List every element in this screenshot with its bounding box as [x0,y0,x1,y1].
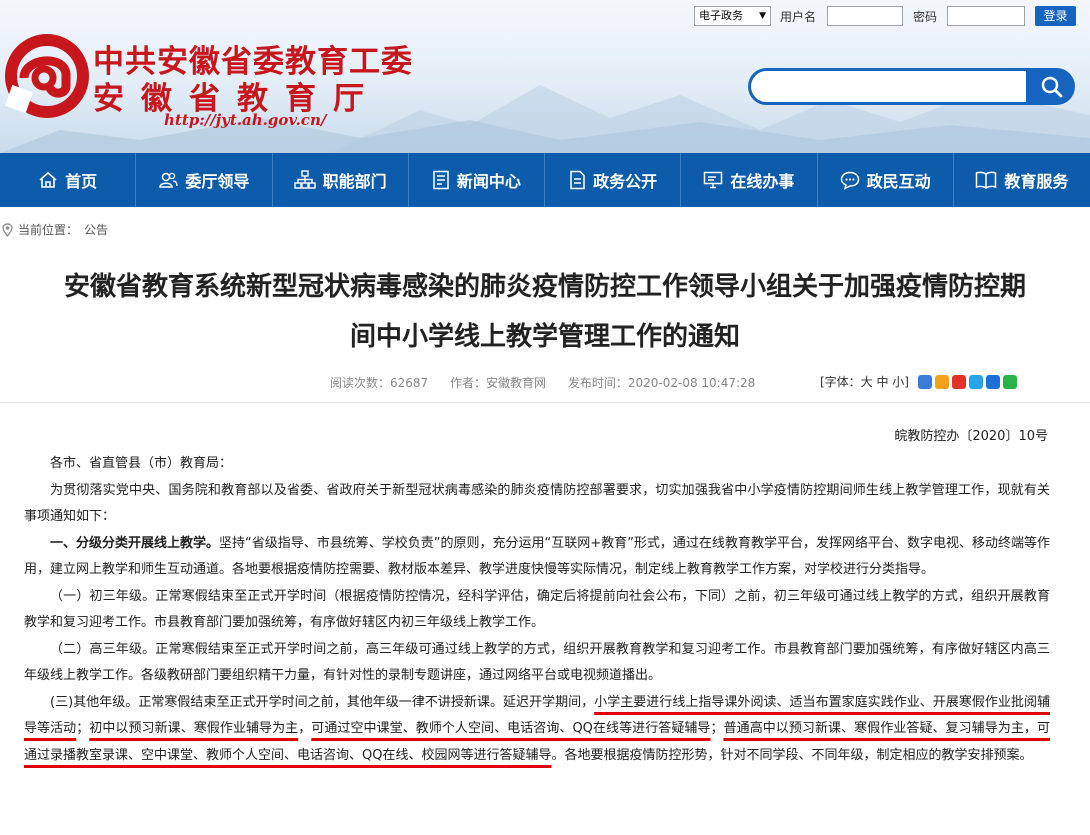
breadcrumb-current[interactable]: 公告 [84,221,108,238]
monitor-icon [704,171,723,189]
page-title: 安徽省教育系统新型冠状病毒感染的肺炎疫情防控工作领导小组关于加强疫情防控期 间中… [0,262,1090,362]
share-wechat-icon[interactable] [1003,374,1017,389]
page-title-line1: 安徽省教育系统新型冠状病毒感染的肺炎疫情防控工作领导小组关于加强疫情防控期 [63,272,1026,302]
publish-time: 发布时间：2020-02-08 10:47:28 [567,376,756,390]
paragraph-text: (三)其他年级。正常寒假结束至正式开学时间之前，其他年级一律不讲授新课。延迟开学… [50,694,595,710]
nav-item-news[interactable]: 新闻中心 [409,153,545,207]
password-field[interactable] [947,6,1025,26]
share-tencent-icon[interactable] [969,374,983,389]
author: 作者：安徽教育网 [450,376,547,390]
font-size-tool[interactable]: [字体：大 中 小] [820,373,909,390]
nav-item-gov-affairs[interactable]: 政务公开 [545,153,682,207]
dropdown-arrow-icon: ▼ [759,11,766,21]
share-renren-icon[interactable] [986,374,1000,389]
paragraph: 为贯彻落实党中央、国务院和教育部以及省委、省政府关于新型冠状病毒感染的肺炎疫情防… [24,482,1050,525]
nav-item-home[interactable]: 首页 [0,153,137,207]
highlight-junior: 初中以预习新课、寒假作业辅导为主 [89,721,299,736]
nav-item-interaction[interactable]: 政民互动 [818,153,954,207]
article-tools: [字体：大 中 小] [820,373,1017,390]
nav-item-label: 委厅领导 [185,172,250,191]
nav-item-label: 政务公开 [593,172,658,191]
paragraph: （一）初三年级。正常寒假结束至正式开学时间（根据疫情防控情况，经科学评估，确定后… [24,588,1050,631]
highlight-junior-support: 可通过空中课堂、教师个人空间、电话咨询、QQ在线等进行答疑辅导 [311,721,711,736]
salutation: 各市、省直管县（市）教育局： [50,456,233,471]
main-nav: 首页 委厅领导 职能部门 新闻中心 政务公开 在线办事 政民互动 教育服务 [0,153,1090,207]
site-url[interactable]: http://jyt.ah.gov.cn/ [164,111,326,129]
nav-item-label: 在线办事 [730,172,795,191]
paragraph: 一、分级分类开展线上教学。坚持“省级指导、市县统筹、学校负责”的原则，充分运用“… [24,531,1050,584]
breadcrumb-label: 当前位置： [18,223,79,237]
gov-service-select[interactable]: 电子政务 ▼ [694,6,771,26]
paragraph: （二）高三年级。正常寒假结束至正式开学时间之前，高三年级可通过线上教学的方式，组… [24,641,1050,684]
page-title-line2: 间中小学线上教学管理工作的通知 [349,322,740,352]
username-field[interactable] [827,6,903,26]
section-heading: 一、分级分类开展线上教学。 [50,535,220,551]
nav-item-label: 职能部门 [322,172,387,191]
paragraph-text: 。各地要根据疫情防控形势，针对不同学段、不同年级，制定相应的教学安排预案。 [551,747,1033,763]
book-icon [976,171,997,189]
home-icon [39,171,57,188]
nav-item-leaders[interactable]: 委厅领导 [136,153,273,207]
username-label: 用户名 [780,10,817,24]
punctuation: ； [76,721,90,736]
search-input[interactable] [751,71,1026,102]
nav-item-departments[interactable]: 职能部门 [273,153,409,207]
share-plus-icon[interactable] [918,374,932,389]
document-icon [570,170,585,190]
divider [0,402,1090,403]
article-body: 各市、省直管县（市）教育局： 为贯彻落实党中央、国务院和教育部以及省委、省政府关… [24,451,1050,769]
site-logo-icon [4,34,89,118]
search-icon [1041,76,1062,97]
password-label: 密码 [913,10,938,24]
breadcrumb: 当前位置： 公告 [2,221,108,238]
punctuation: ； [710,721,724,736]
news-icon [433,170,449,190]
nav-item-edu-services[interactable]: 教育服务 [954,153,1090,207]
site-header: 中共安徽省委教育工委 安徽省教育厅 http://jyt.ah.gov.cn/ … [0,0,1090,153]
nav-item-label: 教育服务 [1004,172,1069,191]
org-chart-icon [293,170,316,189]
punctuation: ， [298,721,312,736]
article-meta: 阅读次数：62687 作者：安徽教育网 发布时间：2020-02-08 10:4… [330,374,773,391]
nav-item-online-services[interactable]: 在线办事 [681,153,818,207]
chat-icon [840,171,859,190]
nav-item-label: 新闻中心 [456,172,521,191]
document-number: 皖教防控办〔2020〕10号 [894,429,1048,444]
paragraph: (三)其他年级。正常寒假结束至正式开学时间之前，其他年级一律不讲授新课。延迟开学… [24,690,1050,770]
gov-service-select-value: 电子政务 [699,9,743,22]
location-pin-icon [2,222,13,237]
share-weibo-icon[interactable] [952,374,966,389]
site-search [748,68,1075,105]
share-qzone-icon[interactable] [935,374,949,389]
leaders-icon [159,172,179,188]
read-count: 阅读次数：62687 [330,376,429,390]
login-button[interactable]: 登录 [1035,6,1076,26]
nav-item-label: 政民互动 [866,172,931,191]
nav-item-label: 首页 [65,172,98,191]
search-button[interactable] [1028,68,1075,105]
